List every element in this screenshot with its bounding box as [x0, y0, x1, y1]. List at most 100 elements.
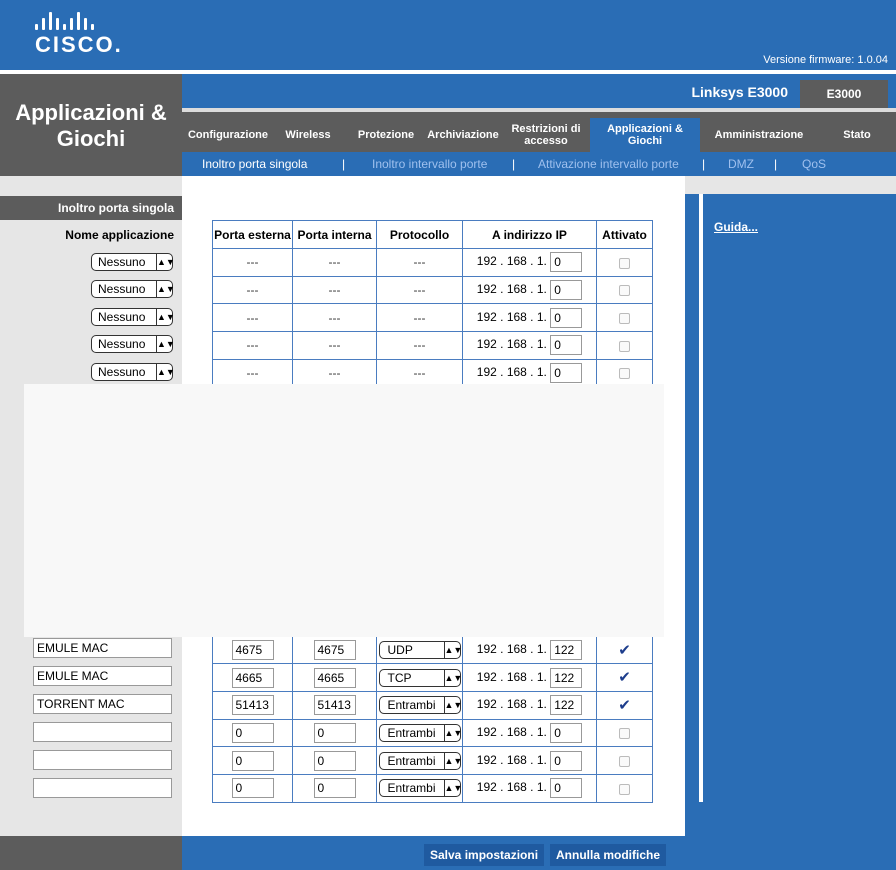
enabled-checkbox-checked[interactable]: ✔: [618, 643, 631, 658]
table-row: --- --- --- 192 . 168 . 1. 0: [212, 275, 653, 305]
application-name-input[interactable]: [33, 778, 172, 798]
application-name-input[interactable]: EMULE MAC: [33, 666, 172, 686]
enabled-cell: [596, 303, 653, 333]
tab-protezione[interactable]: Protezione: [352, 118, 420, 152]
protocol-value: ---: [413, 366, 426, 381]
internal-port-value: ---: [328, 366, 341, 381]
enabled-checkbox[interactable]: [619, 756, 630, 768]
enabled-cell: ✔: [596, 635, 653, 665]
save-settings-button[interactable]: Salva impostazioni: [424, 844, 545, 866]
application-select[interactable]: Nessuno ▲▼: [91, 308, 175, 326]
updown-arrow-icon: ▲▼: [443, 669, 462, 686]
top-header: CISCO. Versione firmware: 1.0.04: [0, 0, 896, 72]
protocol-select[interactable]: TCP ▲▼: [378, 668, 462, 687]
updown-arrow-icon: ▲▼: [443, 725, 462, 742]
subtab-qos[interactable]: QoS: [802, 157, 826, 171]
ip-prefix: 192 . 168 . 1.: [476, 780, 547, 795]
ip-cell: 192 . 168 . 1. 0: [462, 746, 597, 776]
col-header-internal: Porta interna: [292, 220, 377, 249]
protocol-select[interactable]: Entrambi ▲▼: [378, 724, 462, 743]
table-row: --- --- --- 192 . 168 . 1. 0: [212, 248, 653, 277]
application-name-input[interactable]: [33, 750, 172, 770]
internal-port-input[interactable]: 0: [313, 778, 356, 799]
ip-cell: 192 . 168 . 1. 122: [462, 663, 597, 692]
main-nav: Linksys E3000 E3000 Configurazione Wirel…: [182, 74, 896, 176]
internal-port-cell: ---: [292, 275, 377, 305]
enabled-checkbox-checked[interactable]: ✔: [618, 670, 631, 685]
protocol-select-value: Entrambi: [387, 781, 436, 796]
cancel-changes-button[interactable]: Annulla modifiche: [550, 844, 667, 866]
protocol-select[interactable]: Entrambi ▲▼: [378, 779, 462, 798]
internal-port-input[interactable]: 0: [313, 750, 356, 771]
application-name-input[interactable]: EMULE MAC: [33, 638, 172, 658]
external-port-value: ---: [246, 310, 259, 325]
application-name-input[interactable]: TORRENT MAC: [33, 694, 172, 714]
external-port-input[interactable]: 0: [231, 723, 274, 744]
tab-archiviazione[interactable]: Archiviazione: [422, 118, 504, 152]
subtab-attivazione-intervallo-porte[interactable]: Attivazione intervallo porte: [538, 157, 679, 171]
ip-prefix: 192 . 168 . 1.: [476, 254, 547, 269]
subtab-dmz[interactable]: DMZ: [728, 157, 754, 171]
application-select[interactable]: Nessuno ▲▼: [91, 335, 175, 353]
cisco-wordmark: CISCO.: [35, 32, 123, 57]
internal-port-input[interactable]: 4665: [313, 667, 356, 688]
external-port-input[interactable]: 4675: [231, 639, 274, 660]
protocol-select-value: UDP: [387, 642, 413, 657]
enabled-checkbox[interactable]: [619, 783, 630, 795]
protocol-cell: Entrambi ▲▼: [376, 746, 463, 776]
ip-last-octet-input[interactable]: 122: [550, 667, 583, 688]
external-port-input[interactable]: 0: [231, 778, 274, 799]
custom-rows: 4675 4675 UDP ▲▼ 192 . 168 . 1. 122 ✔ 4665 4665…: [212, 635, 653, 803]
tab-configurazione[interactable]: Configurazione: [182, 118, 274, 152]
ip-last-octet-input[interactable]: 0: [550, 778, 583, 799]
internal-port-input[interactable]: 4675: [313, 639, 356, 660]
tab-amministrazione[interactable]: Amministrazione: [704, 118, 814, 152]
subtab-inoltro-intervallo-porte[interactable]: Inoltro intervallo porte: [372, 157, 487, 171]
ip-last-octet-input[interactable]: 0: [550, 280, 583, 301]
enabled-cell: [596, 248, 653, 277]
external-port-value: ---: [246, 255, 259, 270]
ip-prefix: 192 . 168 . 1.: [476, 337, 547, 352]
tab-applicazioni-giochi[interactable]: Applicazioni & Giochi: [590, 118, 700, 152]
protocol-select[interactable]: Entrambi ▲▼: [378, 696, 462, 715]
application-name-input[interactable]: [33, 722, 172, 742]
external-port-input[interactable]: 51413: [231, 695, 274, 716]
ip-last-octet-input[interactable]: 122: [550, 695, 583, 716]
external-port-input[interactable]: 4665: [231, 667, 274, 688]
tab-restrizioni-accesso[interactable]: Restrizioni di accesso: [504, 118, 588, 152]
tab-stato[interactable]: Stato: [832, 118, 882, 152]
tab-wireless[interactable]: Wireless: [278, 118, 338, 152]
ip-last-octet-input[interactable]: 122: [550, 639, 583, 660]
protocol-value: ---: [413, 310, 426, 325]
col-header-ip: A indirizzo IP: [462, 220, 597, 249]
application-select[interactable]: Nessuno ▲▼: [91, 280, 175, 298]
help-link[interactable]: Guida...: [714, 220, 758, 234]
enabled-checkbox-checked[interactable]: ✔: [618, 698, 631, 713]
table-row: 4675 4675 UDP ▲▼ 192 . 168 . 1. 122 ✔: [212, 635, 653, 665]
internal-port-value: ---: [328, 338, 341, 353]
protocol-select[interactable]: Entrambi ▲▼: [378, 751, 462, 770]
protocol-select[interactable]: UDP ▲▼: [378, 640, 462, 659]
ip-last-octet-input[interactable]: 0: [550, 723, 583, 744]
col-header-protocol: Protocollo: [376, 220, 463, 249]
ip-last-octet-input[interactable]: 0: [550, 252, 583, 273]
ip-last-octet-input[interactable]: 0: [550, 750, 583, 771]
updown-arrow-icon: ▲▼: [156, 336, 175, 352]
ip-prefix: 192 . 168 . 1.: [476, 309, 547, 324]
external-port-input[interactable]: 0: [231, 750, 274, 771]
internal-port-cell: 0: [292, 774, 377, 803]
subtab-inoltro-porta-singola[interactable]: Inoltro porta singola: [202, 157, 307, 171]
ip-last-octet-input[interactable]: 0: [550, 307, 583, 328]
product-strip: Linksys E3000 E3000: [182, 74, 896, 112]
ip-last-octet-input[interactable]: 0: [550, 363, 583, 384]
internal-port-input[interactable]: 51413: [313, 695, 356, 716]
internal-port-input[interactable]: 0: [313, 723, 356, 744]
application-select[interactable]: Nessuno ▲▼: [91, 363, 175, 381]
enabled-checkbox[interactable]: [619, 728, 630, 740]
application-select[interactable]: Nessuno ▲▼: [91, 253, 175, 271]
ip-prefix: 192 . 168 . 1.: [476, 642, 547, 657]
ip-prefix: 192 . 168 . 1.: [476, 669, 547, 684]
internal-port-value: ---: [328, 283, 341, 298]
ip-last-octet-input[interactable]: 0: [550, 335, 583, 356]
protocol-cell: ---: [376, 248, 463, 277]
